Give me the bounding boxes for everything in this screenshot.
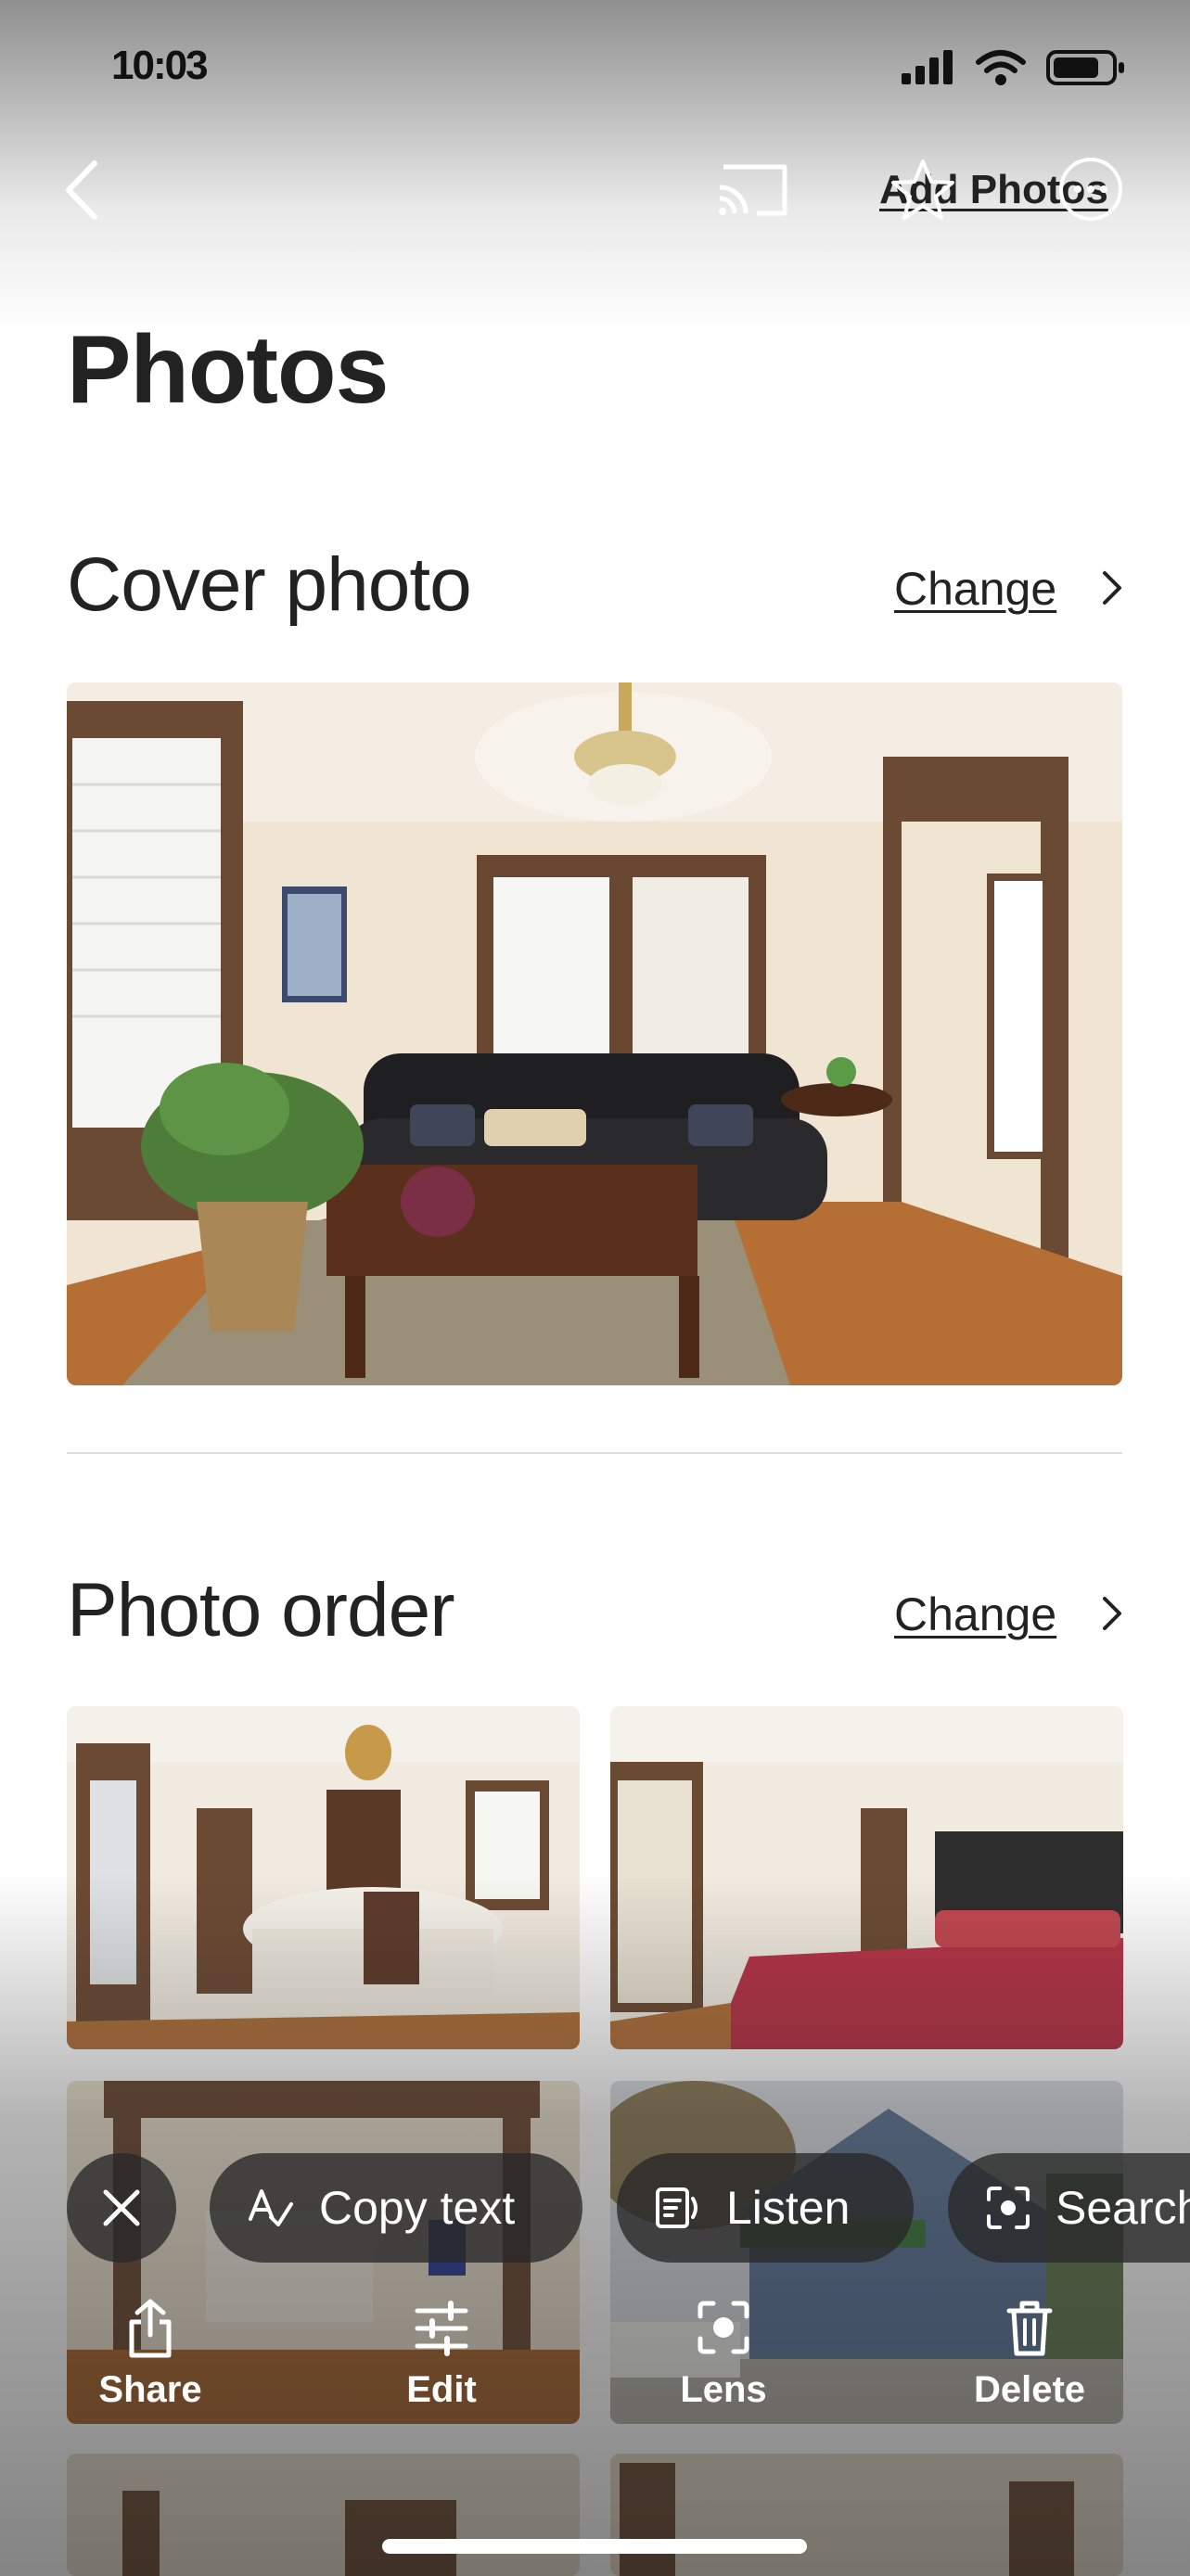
cover-photo-image[interactable] bbox=[67, 682, 1122, 1385]
copy-text-button[interactable]: Copy text bbox=[210, 2153, 582, 2263]
lens-label: Lens bbox=[680, 2369, 767, 2410]
edit-icon bbox=[415, 2301, 468, 2356]
search-lens-icon bbox=[987, 2187, 1030, 2229]
search-button[interactable]: Search bbox=[948, 2153, 1190, 2263]
share-action[interactable]: Share bbox=[91, 2298, 210, 2411]
listen-icon bbox=[656, 2187, 697, 2228]
edit-label: Edit bbox=[406, 2369, 477, 2410]
battery-icon bbox=[1046, 50, 1124, 85]
close-button[interactable] bbox=[67, 2153, 176, 2263]
listen-label: Listen bbox=[726, 2182, 851, 2234]
photo-order-heading: Photo order bbox=[67, 1568, 454, 1652]
share-label: Share bbox=[98, 2369, 202, 2410]
search-label: Search bbox=[1056, 2182, 1190, 2234]
living-room-image bbox=[67, 682, 1122, 1385]
signal-icon bbox=[902, 50, 953, 84]
close-icon bbox=[103, 2189, 140, 2226]
lens-action[interactable]: Lens bbox=[668, 2298, 779, 2411]
status-icons bbox=[900, 48, 1126, 87]
delete-icon bbox=[1006, 2301, 1053, 2356]
delete-action[interactable]: Delete bbox=[965, 2298, 1094, 2411]
edit-action[interactable]: Edit bbox=[386, 2298, 497, 2411]
cast-icon[interactable] bbox=[714, 159, 792, 221]
chevron-right-icon[interactable] bbox=[1099, 567, 1125, 608]
star-icon[interactable] bbox=[890, 158, 955, 223]
section-divider bbox=[67, 1452, 1122, 1454]
status-time: 10:03 bbox=[111, 43, 209, 88]
page-title: Photos bbox=[67, 316, 389, 424]
delete-label: Delete bbox=[973, 2369, 1086, 2410]
home-indicator[interactable] bbox=[382, 2539, 807, 2554]
chevron-right-icon[interactable] bbox=[1099, 1593, 1125, 1634]
wifi-icon bbox=[976, 50, 1026, 85]
cover-change-link[interactable]: Change bbox=[894, 562, 1056, 616]
lens-icon bbox=[697, 2301, 749, 2354]
share-icon bbox=[129, 2299, 172, 2358]
listen-button[interactable]: Listen bbox=[617, 2153, 914, 2263]
order-change-link[interactable]: Change bbox=[894, 1588, 1056, 1641]
more-icon[interactable] bbox=[1057, 156, 1124, 223]
copy-text-label: Copy text bbox=[319, 2182, 516, 2234]
back-icon[interactable] bbox=[56, 156, 111, 224]
copy-text-icon bbox=[249, 2189, 293, 2226]
cover-photo-heading: Cover photo bbox=[67, 542, 472, 627]
